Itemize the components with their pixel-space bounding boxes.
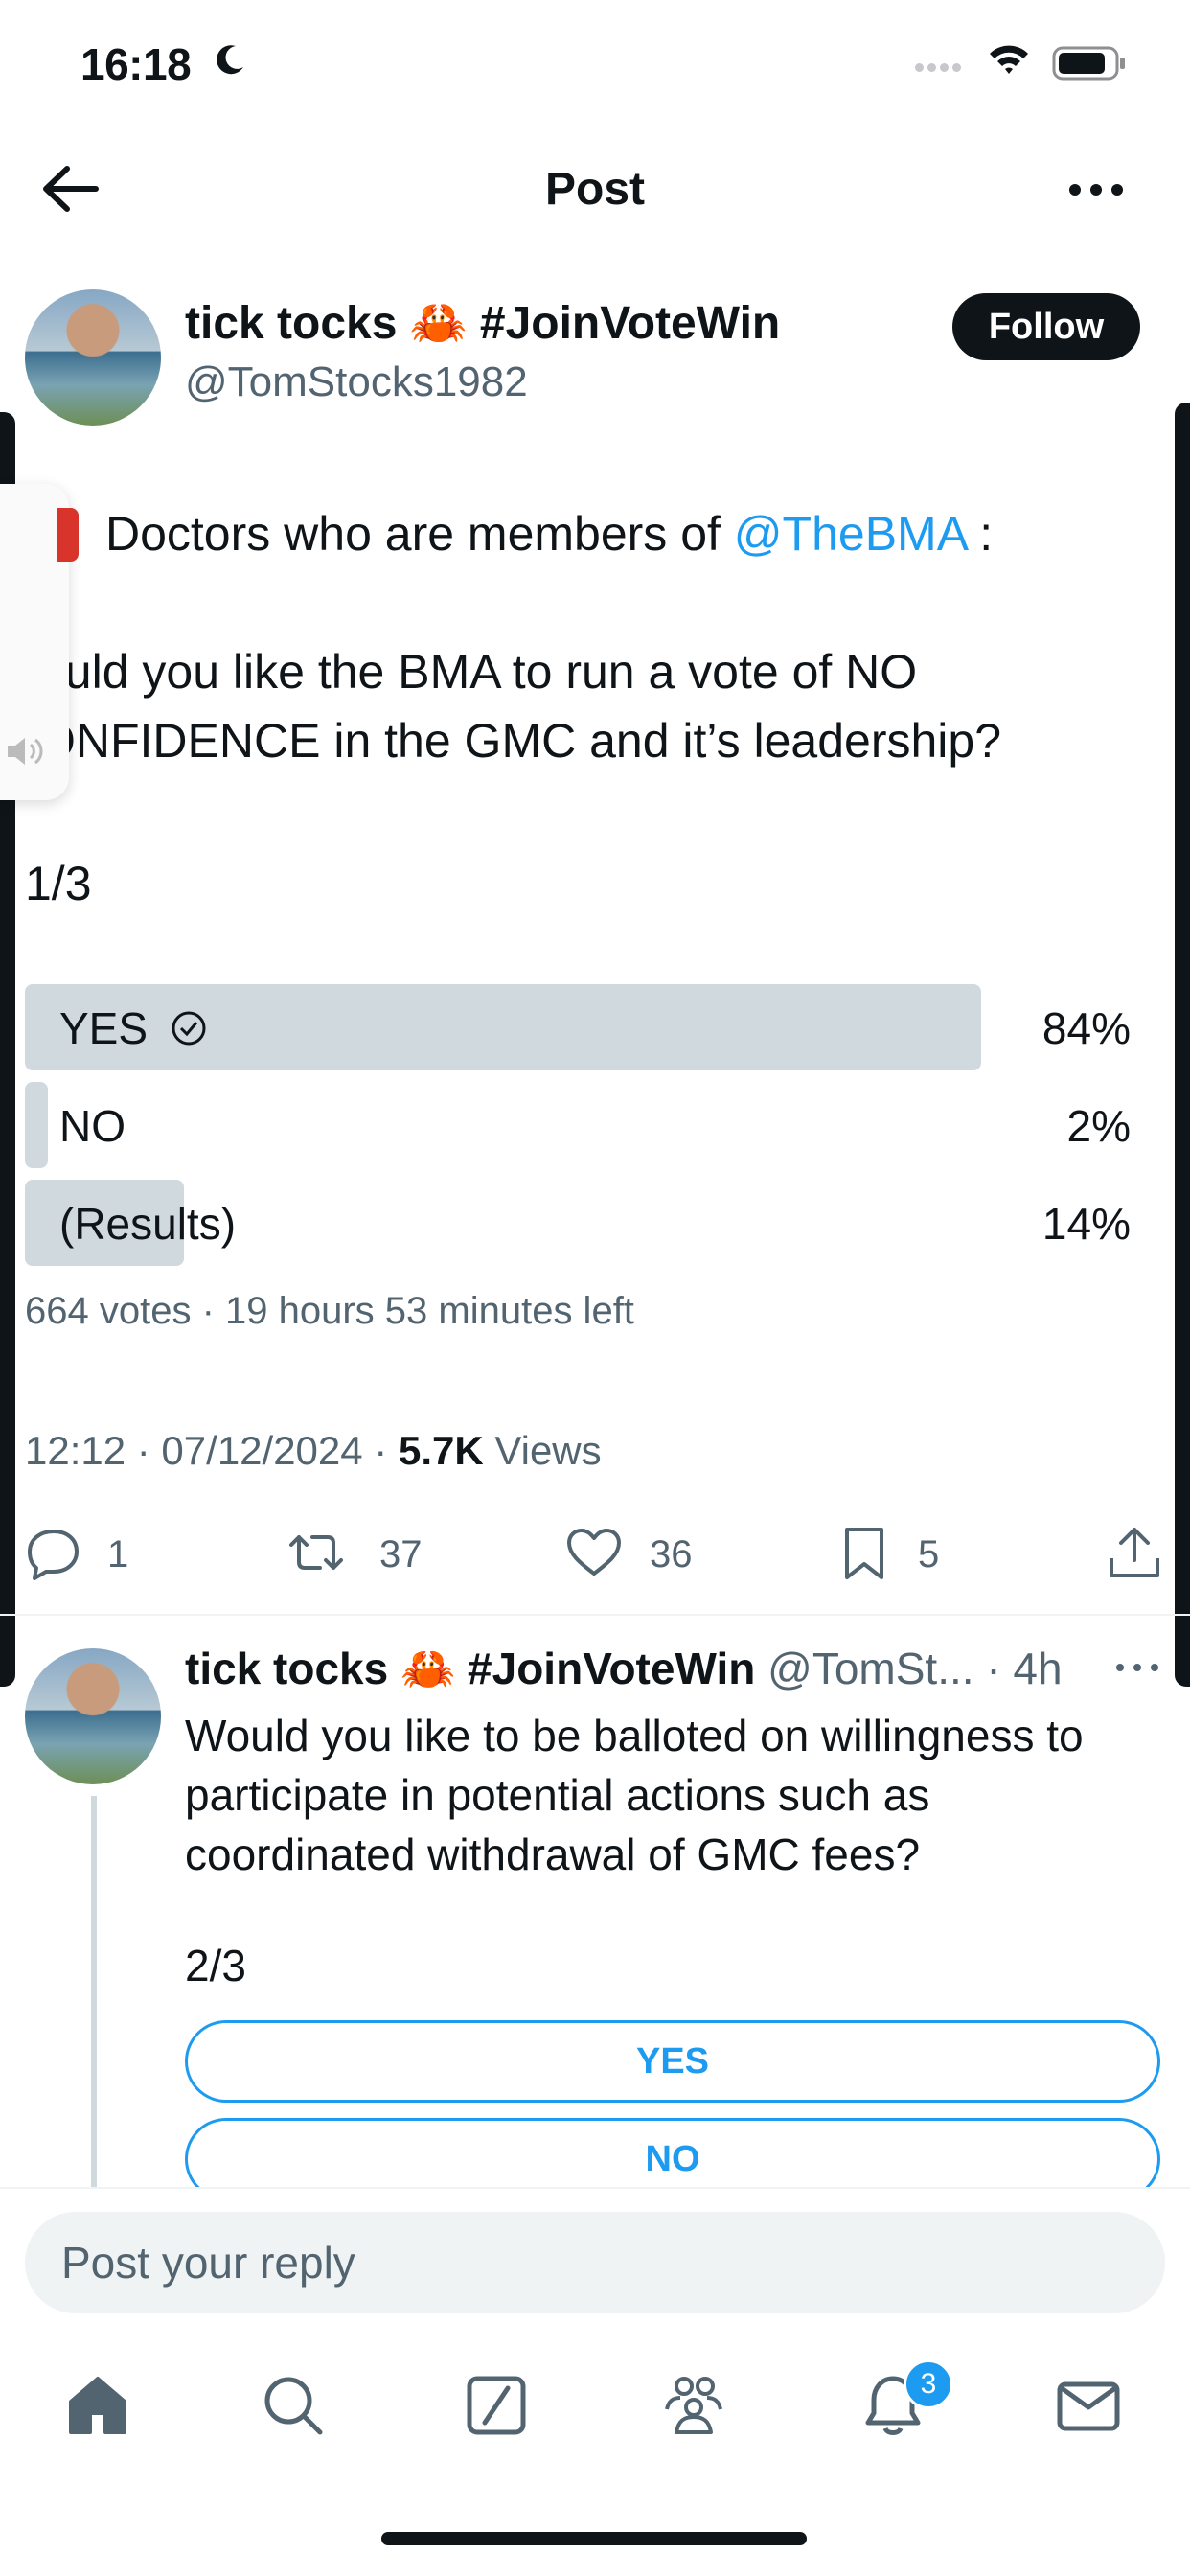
post-timestamp: 12:12 · 07/12/2024 · 5.7K Views [25, 1428, 602, 1474]
wifi-icon [990, 45, 1028, 74]
poll-percent: 14% [1041, 1199, 1131, 1249]
thread-connector [91, 1796, 97, 2189]
post-text-line-1: Doctors who are members of @TheBMA : [105, 506, 993, 562]
views-label: Views [483, 1428, 602, 1473]
post-text-segment: : [966, 507, 994, 561]
mention-link[interactable]: @TheBMA [734, 507, 967, 561]
reply-author-name[interactable]: tick tocks 🦀 #JoinVoteWin [185, 1644, 755, 1693]
divider [0, 1614, 1190, 1616]
cellular-signal-icon [915, 59, 965, 77]
poll-percent: 2% [1066, 1101, 1131, 1151]
timestamp-text: 12:12 · 07/12/2024 · [25, 1428, 399, 1473]
reply-text: Would you like to be balloted on willing… [185, 1711, 1084, 1879]
alert-emoji-icon [57, 508, 79, 562]
reply-thread-counter: 2/3 [185, 1941, 246, 1990]
notifications-badge: 3 [904, 2359, 953, 2409]
reply-handle-time[interactable]: @TomSt... · 4h [755, 1644, 1062, 1693]
home-indicator[interactable] [381, 2532, 807, 2545]
messages-icon[interactable] [1054, 2371, 1123, 2440]
back-arrow-icon[interactable] [38, 161, 102, 217]
communities-icon[interactable] [659, 2371, 728, 2440]
home-icon[interactable] [63, 2371, 132, 2440]
more-options-icon[interactable] [1065, 171, 1127, 209]
poll-result-bar-no [25, 1082, 48, 1168]
bookmark-count: 5 [918, 1533, 940, 1576]
grok-icon[interactable] [462, 2371, 531, 2440]
post-text-segment: Doctors who are members of [105, 507, 734, 561]
bookmark-icon[interactable] [835, 1524, 893, 1581]
search-icon[interactable] [259, 2371, 328, 2440]
like-icon[interactable] [565, 1524, 623, 1581]
right-edge-decoration [1175, 402, 1190, 1687]
repost-count: 37 [379, 1533, 423, 1576]
moon-icon [217, 45, 243, 75]
poll-meta: 664 votes · 19 hours 53 minutes left [25, 1290, 634, 1332]
post-text-line-3: ONFIDENCE in the GMC and it’s leadership… [38, 714, 1002, 768]
reply-more-icon[interactable] [1113, 1656, 1161, 1679]
poll-option-yes-button[interactable]: YES [185, 2020, 1160, 2103]
poll-option-text: NO [59, 1101, 126, 1151]
status-time: 16:18 [80, 39, 192, 89]
like-count: 36 [650, 1533, 693, 1576]
reply-header: tick tocks 🦀 #JoinVoteWin @TomSt... · 4h [185, 1643, 1063, 1695]
reply-count: 1 [107, 1533, 129, 1576]
reply-icon[interactable] [25, 1524, 82, 1581]
page-title: Post [544, 164, 645, 215]
repost-icon[interactable] [287, 1524, 345, 1581]
author-handle[interactable]: @TomStocks1982 [185, 358, 528, 406]
battery-icon [1052, 46, 1125, 80]
follow-button[interactable]: Follow [952, 293, 1140, 360]
poll-percent: 84% [1041, 1003, 1131, 1053]
speaker-icon[interactable] [4, 730, 46, 772]
poll-option-text: (Results) [59, 1199, 237, 1249]
poll-option-label: YES [59, 1002, 208, 1054]
poll-option-text: YES [59, 1003, 149, 1053]
reply-input[interactable]: Post your reply [25, 2212, 1165, 2313]
share-icon[interactable] [1106, 1524, 1163, 1581]
post-text-line-2: ould you like the BMA to run a vote of N… [38, 645, 918, 699]
thread-counter: 1/3 [25, 857, 92, 910]
avatar[interactable] [25, 289, 161, 426]
check-circle-icon [172, 1011, 206, 1046]
views-count[interactable]: 5.7K [399, 1428, 484, 1473]
reply-avatar[interactable] [25, 1648, 161, 1784]
author-name[interactable]: tick tocks 🦀 #JoinVoteWin [185, 295, 780, 350]
